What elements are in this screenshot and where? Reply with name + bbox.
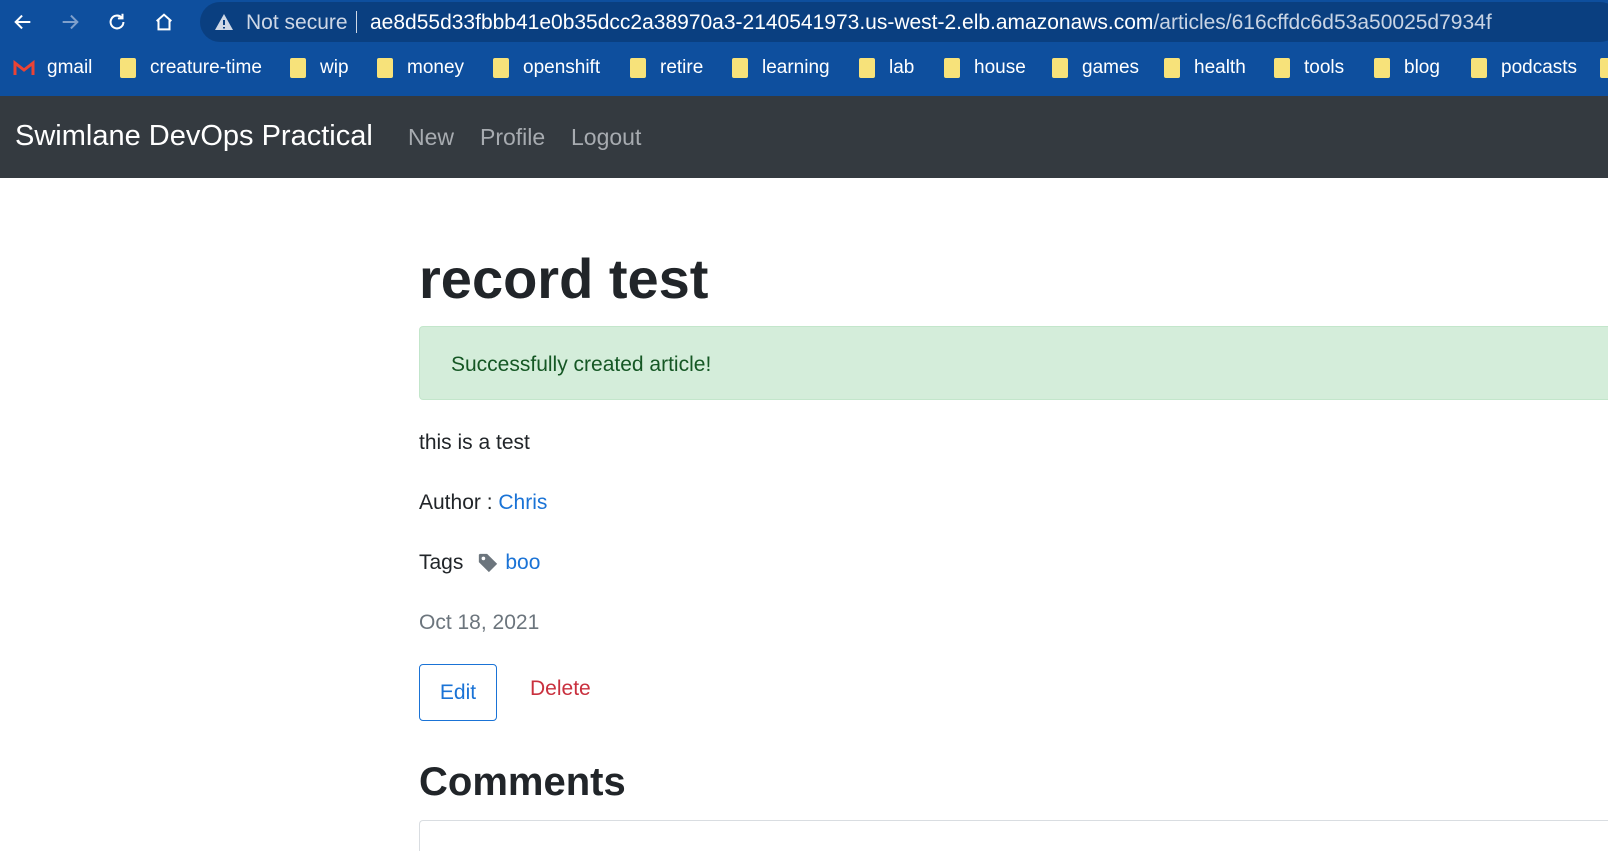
omnibox-divider	[356, 11, 357, 33]
bookmark-label: podcasts	[1501, 57, 1578, 78]
bookmark-label: learning	[762, 57, 830, 78]
home-icon	[156, 13, 172, 31]
home-button[interactable]	[150, 8, 178, 36]
delete-button[interactable]: Delete	[530, 677, 591, 701]
bookmark-label: creature-time	[150, 57, 262, 78]
nav-logout-link[interactable]: Logout	[571, 124, 641, 151]
bookmark-openshift[interactable]: openshift	[493, 56, 600, 80]
alert-message: Successfully created article!	[451, 353, 712, 376]
url-text[interactable]: ae8d55d33fbbb41e0b35dcc2a38970a3-2140541…	[370, 11, 1492, 35]
bookmarks-bar: gmail creature-time wip money openshift …	[0, 50, 1608, 86]
folder-icon	[1274, 58, 1290, 78]
warning-icon	[215, 14, 233, 30]
folder-icon	[377, 58, 393, 78]
comment-card	[419, 820, 1608, 851]
site-navbar: Swimlane DevOps Practical New Profile Lo…	[0, 96, 1608, 178]
bookmark-money[interactable]: money	[377, 56, 464, 80]
reload-button[interactable]	[103, 8, 131, 36]
bookmark-tools[interactable]: tools	[1274, 56, 1344, 80]
browser-chrome: Not secure ae8d55d33fbbb41e0b35dcc2a3897…	[0, 0, 1608, 96]
bookmark-creature-time[interactable]: creature-time	[120, 56, 262, 80]
author-link[interactable]: Chris	[498, 491, 547, 514]
bookmark-retire[interactable]: retire	[630, 56, 703, 80]
folder-icon	[732, 58, 748, 78]
author-label: Author :	[419, 491, 499, 514]
bookmark-learning[interactable]: learning	[732, 56, 830, 80]
bookmark-blog[interactable]: blog	[1374, 56, 1440, 80]
folder-icon	[1052, 58, 1068, 78]
bookmark-health[interactable]: health	[1164, 56, 1246, 80]
arrow-right-icon	[62, 14, 79, 30]
bookmark-label: gmail	[47, 57, 93, 78]
folder-icon	[493, 58, 509, 78]
edit-button[interactable]: Edit	[419, 664, 497, 721]
article-body: this is a test	[419, 431, 530, 454]
folder-icon	[944, 58, 960, 78]
bookmark-label: retire	[660, 57, 704, 78]
bookmark-label: tools	[1304, 57, 1345, 78]
bookmark-label: games	[1082, 57, 1140, 78]
bookmark-label: blog	[1404, 57, 1440, 78]
bookmark-label: wip	[320, 57, 349, 78]
tags-label: Tags	[419, 551, 464, 574]
bookmark-wip[interactable]: wip	[290, 56, 349, 80]
folder-icon	[630, 58, 646, 78]
bookmark-label: money	[407, 57, 465, 78]
folder-icon	[859, 58, 875, 78]
browser-toolbar: Not secure ae8d55d33fbbb41e0b35dcc2a3897…	[0, 0, 1608, 44]
url-path: /articles/616cffdc6d53a50025d7934f	[1153, 11, 1492, 34]
success-alert: Successfully created article!	[419, 326, 1608, 400]
gmail-icon	[13, 60, 35, 75]
folder-icon	[1471, 58, 1487, 78]
address-bar[interactable]: Not secure ae8d55d33fbbb41e0b35dcc2a3897…	[200, 2, 1608, 42]
security-label[interactable]: Not secure	[246, 11, 348, 35]
url-host: ae8d55d33fbbb41e0b35dcc2a38970a3-2140541…	[370, 11, 1154, 34]
article-tags: Tags boo	[419, 551, 540, 575]
article-date: Oct 18, 2021	[419, 611, 540, 634]
bookmark-label: house	[974, 57, 1026, 78]
bookmark-label: openshift	[523, 57, 601, 78]
back-button[interactable]	[9, 8, 37, 36]
bookmark-gmail[interactable]: gmail	[13, 56, 92, 80]
bookmark-house[interactable]: house	[944, 56, 1026, 80]
nav-new-link[interactable]: New	[408, 124, 454, 151]
bookmark-overflow[interactable]	[1600, 56, 1608, 80]
folder-icon	[1164, 58, 1180, 78]
folder-icon	[120, 58, 136, 78]
folder-icon	[1374, 58, 1390, 78]
bookmark-label: health	[1194, 57, 1246, 78]
site-brand[interactable]: Swimlane DevOps Practical	[15, 120, 373, 153]
forward-button[interactable]	[56, 8, 84, 36]
comments-heading: Comments	[419, 760, 626, 804]
tag-icon	[479, 553, 498, 573]
bookmark-lab[interactable]: lab	[859, 56, 914, 80]
bookmark-games[interactable]: games	[1052, 56, 1139, 80]
article-title: record test	[419, 247, 709, 310]
arrow-left-icon	[14, 14, 31, 30]
nav-profile-link[interactable]: Profile	[480, 124, 545, 151]
bookmark-podcasts[interactable]: podcasts	[1471, 56, 1577, 80]
tag-link[interactable]: boo	[505, 551, 540, 575]
reload-icon	[109, 13, 125, 30]
folder-icon	[1600, 58, 1608, 78]
bookmark-label: lab	[889, 57, 915, 78]
article-author: Author : Chris	[419, 491, 547, 515]
folder-icon	[290, 58, 306, 78]
